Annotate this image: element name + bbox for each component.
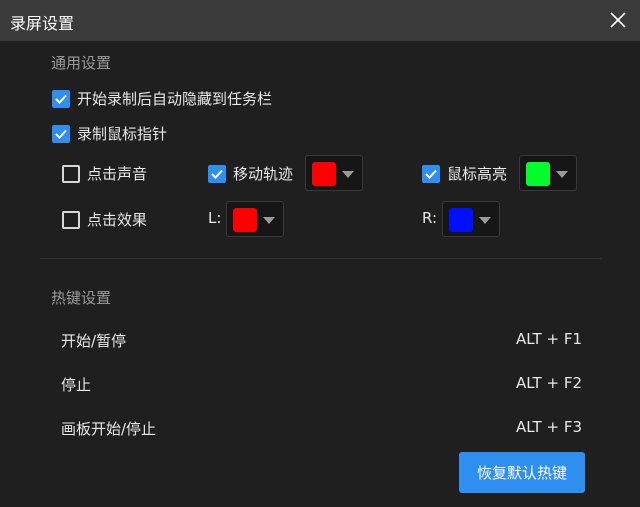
chevron-down-icon [556,171,568,178]
record-cursor-checkbox[interactable] [52,124,70,143]
click-sound-checkbox[interactable] [62,164,80,183]
hotkey-action-board: 画板开始/停止 [61,420,157,438]
mouse-highlight-color-swatch [526,162,550,186]
hotkey-key-stop[interactable]: ALT + F2 [516,374,582,392]
hotkey-action-start-pause: 开始/暂停 [61,332,127,350]
click-sound-label: 点击声音 [87,165,148,183]
close-icon [610,12,626,28]
hotkey-key-start-pause[interactable]: ALT + F1 [516,330,582,348]
record-cursor-option[interactable]: 录制鼠标指针 [52,123,167,144]
auto-hide-taskbar-checkbox[interactable] [52,89,70,108]
hotkey-action-stop: 停止 [61,376,92,394]
section-divider [40,258,602,259]
auto-hide-taskbar-option[interactable]: 开始录制后自动隐藏到任务栏 [52,88,272,109]
title-bar: 录屏设置 [0,0,640,41]
mouse-highlight-option[interactable]: 鼠标高亮 [422,163,507,184]
move-track-color-picker[interactable] [305,155,363,191]
check-icon [425,169,437,179]
move-track-color-swatch [312,162,336,186]
window-title: 录屏设置 [10,14,75,33]
left-click-label: L: [208,209,222,227]
move-track-label: 移动轨迹 [233,165,294,183]
check-icon [55,129,67,139]
hotkey-key-board[interactable]: ALT + F3 [516,418,582,436]
general-settings-label: 通用设置 [51,54,112,72]
left-click-color-swatch [233,208,257,232]
reset-hotkeys-button[interactable]: 恢复默认热键 [459,452,585,493]
mouse-highlight-label: 鼠标高亮 [447,165,508,183]
chevron-down-icon [263,217,275,224]
click-effect-checkbox[interactable] [62,210,80,229]
click-effect-option[interactable]: 点击效果 [62,209,147,230]
left-click-color-picker[interactable] [226,201,284,237]
check-icon [211,169,223,179]
right-click-color-picker[interactable] [442,201,500,237]
move-track-option[interactable]: 移动轨迹 [208,163,293,184]
right-click-color-swatch [449,208,473,232]
move-track-checkbox[interactable] [208,164,226,183]
click-effect-label: 点击效果 [87,211,148,229]
mouse-highlight-color-picker[interactable] [519,155,577,191]
check-icon [55,94,67,104]
close-button[interactable] [604,6,632,34]
record-cursor-label: 录制鼠标指针 [77,125,168,143]
click-sound-option[interactable]: 点击声音 [62,163,147,184]
auto-hide-taskbar-label: 开始录制后自动隐藏到任务栏 [77,90,273,108]
right-click-label: R: [422,209,438,227]
chevron-down-icon [479,217,491,224]
chevron-down-icon [342,171,354,178]
mouse-highlight-checkbox[interactable] [422,164,440,183]
hotkey-settings-label: 热键设置 [51,289,112,307]
